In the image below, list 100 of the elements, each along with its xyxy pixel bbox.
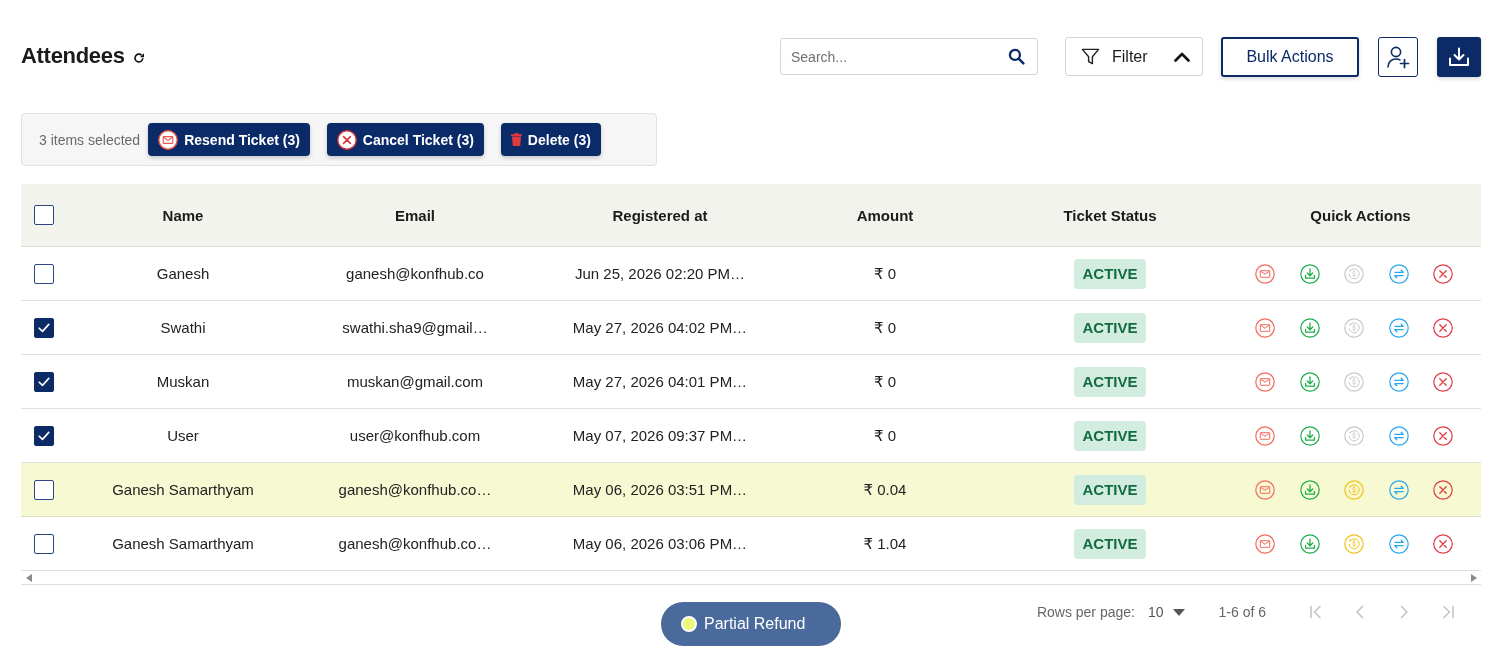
swap-arrows-icon[interactable] xyxy=(1388,533,1409,554)
search-field[interactable]: Search... xyxy=(780,38,1038,75)
swap-arrows-icon[interactable] xyxy=(1388,479,1409,500)
download-icon[interactable] xyxy=(1299,479,1320,500)
x-circle-icon[interactable] xyxy=(1433,425,1453,446)
search-icon[interactable] xyxy=(1008,48,1025,65)
caret-down-icon xyxy=(1172,608,1185,616)
swap-arrows-icon[interactable] xyxy=(1388,263,1409,284)
page-range: 1-6 of 6 xyxy=(1218,604,1266,620)
amount-text: ₹ 0 xyxy=(873,264,897,283)
attendee-name: User xyxy=(167,427,199,444)
add-attendee-button[interactable] xyxy=(1378,36,1418,77)
registration-date: Jun 25, 2026 02:20 PM… xyxy=(574,265,746,282)
registered-at-column-header: Registered at xyxy=(612,206,708,224)
refund-coin-icon[interactable] xyxy=(1344,371,1364,392)
amount-column-header: Amount xyxy=(856,206,914,224)
attendee-email: ganesh@konfhub.co… xyxy=(338,481,492,498)
cancel-ticket-button[interactable]: Cancel Ticket (3) xyxy=(326,123,484,156)
x-circle-icon[interactable] xyxy=(1433,371,1453,392)
amount-text: ₹ 1.04 xyxy=(863,534,907,553)
email-column-header: Email xyxy=(395,206,435,224)
attendee-name: Ganesh Samarthyam xyxy=(112,535,254,552)
amount-text: ₹ 0 xyxy=(873,372,897,391)
download-icon[interactable] xyxy=(1299,371,1320,392)
filter-button[interactable]: Filter xyxy=(1065,37,1203,76)
envelope-icon xyxy=(158,129,179,150)
attendee-name: Swathi xyxy=(160,319,206,336)
delete-button[interactable]: Delete (3) xyxy=(500,123,601,156)
refund-coin-icon[interactable] xyxy=(1344,317,1364,338)
checkmark-icon xyxy=(38,376,50,387)
refund-coin-icon[interactable] xyxy=(1344,425,1364,446)
swap-arrows-icon[interactable] xyxy=(1388,425,1409,446)
envelope-icon[interactable] xyxy=(1255,479,1275,500)
x-circle-icon[interactable] xyxy=(1433,317,1453,338)
refund-coin-icon[interactable] xyxy=(1344,263,1364,284)
swap-arrows-icon[interactable] xyxy=(1388,371,1409,392)
amount-text: ₹ 0 xyxy=(873,426,897,445)
attendee-name: Ganesh Samarthyam xyxy=(112,481,254,498)
row-checkbox[interactable] xyxy=(34,317,54,338)
row-checkbox[interactable] xyxy=(34,263,54,284)
bulk-actions-button[interactable]: Bulk Actions xyxy=(1221,36,1359,77)
refund-coin-icon[interactable] xyxy=(1344,479,1364,500)
row-checkbox[interactable] xyxy=(34,479,54,500)
registration-date: May 27, 2026 04:01 PM… xyxy=(572,373,748,390)
x-circle-icon[interactable] xyxy=(1433,479,1453,500)
rows-per-page-label: Rows per page: xyxy=(1036,604,1135,620)
envelope-icon[interactable] xyxy=(1255,263,1275,284)
download-icon[interactable] xyxy=(1299,317,1320,338)
swap-arrows-icon[interactable] xyxy=(1388,317,1409,338)
refresh-icon[interactable] xyxy=(132,52,145,64)
scroll-right-icon[interactable] xyxy=(1471,573,1477,582)
legend-dot-icon xyxy=(681,616,697,632)
amount-text: ₹ 0.04 xyxy=(863,480,907,499)
legend-label: Partial Refund xyxy=(704,615,806,633)
scroll-left-icon[interactable] xyxy=(26,573,32,582)
page-title: Attendees xyxy=(21,43,125,70)
x-circle-icon xyxy=(336,129,357,150)
envelope-icon[interactable] xyxy=(1255,371,1275,392)
rows-per-page-select[interactable]: 10 xyxy=(1147,604,1185,620)
download-button[interactable] xyxy=(1437,36,1481,77)
status-badge: ACTIVE xyxy=(1074,258,1146,289)
selected-count: 3 items selected xyxy=(39,131,141,148)
row-checkbox[interactable] xyxy=(34,371,54,392)
attendee-name: Muskan xyxy=(156,373,210,390)
registration-date: May 07, 2026 09:37 PM… xyxy=(572,427,748,444)
envelope-icon[interactable] xyxy=(1255,425,1275,446)
funnel-icon xyxy=(1081,47,1100,66)
add-person-icon xyxy=(1386,44,1410,69)
quick-actions-column-header: Quick Actions xyxy=(1310,206,1411,224)
attendee-name: Ganesh xyxy=(156,265,210,282)
registration-date: May 06, 2026 03:06 PM… xyxy=(572,535,748,552)
checkmark-icon xyxy=(38,322,50,333)
status-badge: ACTIVE xyxy=(1074,420,1146,451)
registration-date: May 27, 2026 04:02 PM… xyxy=(572,319,748,336)
resend-ticket-button[interactable]: Resend Ticket (3) xyxy=(148,123,310,156)
row-checkbox[interactable] xyxy=(34,533,54,554)
download-icon xyxy=(1448,46,1470,67)
attendee-email: ganesh@konfhub.co… xyxy=(338,535,492,552)
ticket-status-column-header: Ticket Status xyxy=(1063,206,1157,224)
row-checkbox[interactable] xyxy=(34,425,54,446)
attendee-email: ganesh@konfhub.co xyxy=(346,265,484,282)
download-icon[interactable] xyxy=(1299,425,1320,446)
envelope-icon[interactable] xyxy=(1255,533,1275,554)
refund-coin-icon[interactable] xyxy=(1344,533,1364,554)
x-circle-icon[interactable] xyxy=(1433,533,1453,554)
x-circle-icon[interactable] xyxy=(1433,263,1453,284)
download-icon[interactable] xyxy=(1299,533,1320,554)
amount-text: ₹ 0 xyxy=(873,318,897,337)
status-badge: ACTIVE xyxy=(1074,366,1146,397)
download-icon[interactable] xyxy=(1299,263,1320,284)
checkmark-icon xyxy=(38,430,50,441)
envelope-icon[interactable] xyxy=(1255,317,1275,338)
attendee-email: user@konfhub.com xyxy=(349,427,481,444)
status-badge: ACTIVE xyxy=(1074,312,1146,343)
status-badge: ACTIVE xyxy=(1074,528,1146,559)
select-all-checkbox[interactable] xyxy=(34,205,54,225)
registration-date: May 06, 2026 03:51 PM… xyxy=(572,481,748,498)
attendee-email: swathi.sha9@gmail… xyxy=(342,319,488,336)
status-badge: ACTIVE xyxy=(1074,474,1146,505)
name-column-header: Name xyxy=(162,206,204,224)
